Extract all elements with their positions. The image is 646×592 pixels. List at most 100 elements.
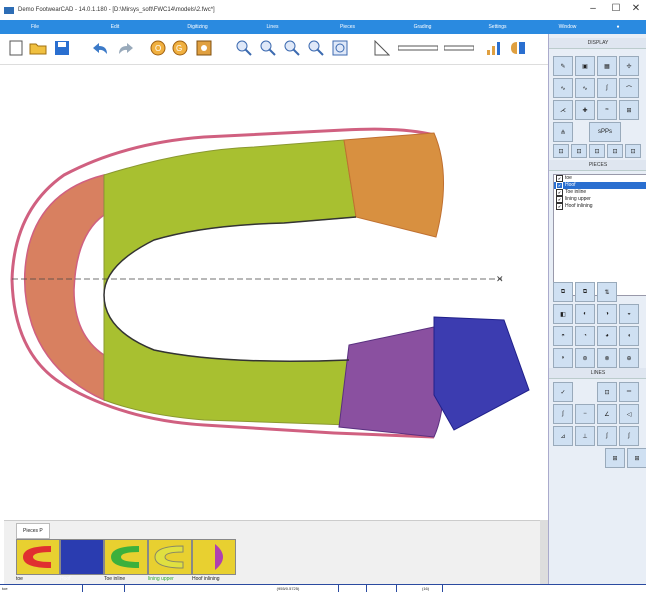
close-button[interactable]: ✕ [627,2,645,16]
ruler-icon[interactable] [444,38,474,58]
hoof-piece[interactable] [433,316,530,431]
menu-window[interactable]: Window [535,20,600,34]
display-wave2-icon[interactable]: ≈ [597,100,617,120]
pieces-shape7-icon[interactable]: ◕ [597,326,617,346]
pieces-shape8-icon[interactable]: ◖ [619,326,639,346]
display-s4-icon[interactable]: ⊡ [607,144,623,158]
thumbnail-hoof[interactable] [60,539,104,575]
triangle-ruler-icon[interactable] [372,38,392,58]
zoom-fit-icon[interactable] [306,38,326,58]
drawing-canvas[interactable]: ✕ [4,65,548,520]
display-spp-button[interactable]: sPPs [589,122,621,142]
minimize-button[interactable]: – [584,2,602,16]
pieces-shape4-icon[interactable]: ◒ [619,304,639,324]
lines-offset-icon[interactable]: ⊿ [553,426,573,446]
snap-icon[interactable] [194,38,214,58]
menu-digitizing[interactable]: Digitizing [160,20,235,34]
pieces-shape2-icon[interactable]: ◐ [575,304,595,324]
display-notch-icon[interactable]: ⋌ [553,100,573,120]
zoom-all-icon[interactable] [330,38,350,58]
menu-file[interactable]: File [0,20,70,34]
checkbox-icon[interactable]: ✔ [556,196,563,203]
heel-piece[interactable] [343,132,445,238]
bar-chart-icon[interactable] [484,38,504,58]
display-fork-icon[interactable]: ⋔ [553,122,573,142]
display-pencil-icon[interactable]: ✎ [553,56,573,76]
lines-check-icon[interactable]: ✓ [553,382,573,402]
pieces-shape6-icon[interactable]: ◔ [575,326,595,346]
lines-triangle-icon[interactable]: ◁ [619,404,639,424]
checkbox-icon[interactable]: ✔ [556,175,563,182]
checkbox-icon[interactable]: ✔ [556,182,563,189]
origin-icon[interactable]: O [148,38,168,58]
menu-help-icon[interactable]: ● [600,20,636,34]
lines-frame-icon[interactable]: ⊡ [597,382,617,402]
display-s2-icon[interactable]: ⊡ [571,144,587,158]
lines-angle-icon[interactable]: ∠ [597,404,617,424]
piece-item-toe-inline[interactable]: ✔ Toe inline [554,189,646,196]
display-plus-icon[interactable]: ✚ [575,100,595,120]
zoom-window-icon[interactable] [282,38,302,58]
display-curve-icon[interactable]: ∿ [553,78,573,98]
lines-minus-icon[interactable]: − [575,404,595,424]
piece-item-lining-upper[interactable]: ✔ lining upper [554,196,646,203]
menu-grading[interactable]: Grading [385,20,460,34]
display-arc-icon[interactable]: ⌒ [619,78,639,98]
lines-curve-icon[interactable]: ∫ [553,404,573,424]
display-image-icon[interactable]: ▣ [575,56,595,76]
undo-icon[interactable] [90,38,110,58]
thumbnail-toe-inline[interactable] [104,539,148,575]
piece-item-toe[interactable]: ✔ toe [554,175,646,182]
lines-equal-icon[interactable]: ═ [619,382,639,402]
grid-icon[interactable]: G [170,38,190,58]
hoof-inlining-piece[interactable] [338,326,445,438]
display-s1-icon[interactable]: ⊡ [553,144,569,158]
pieces-shape10-icon[interactable]: ⊛ [575,348,595,368]
piece-item-hoof-inlining[interactable]: ✔ Hoof inlining [554,203,646,210]
pieces-paste-icon[interactable]: ⧉ [575,282,595,302]
save-icon[interactable] [52,38,72,58]
menu-edit[interactable]: Edit [70,20,160,34]
pieces-view-icon[interactable] [508,38,528,58]
thumbnail-hoof-inlining[interactable] [192,539,236,575]
zoom-out-icon[interactable] [234,38,254,58]
lines-spline-icon[interactable]: ∫ [597,426,617,446]
display-grid-icon[interactable]: ▦ [597,56,617,76]
zoom-in-icon[interactable] [258,38,278,58]
tab-pieces[interactable]: Pieces P [16,523,50,539]
pieces-shape11-icon[interactable]: ⊗ [597,348,617,368]
maximize-button[interactable]: ☐ [607,2,625,16]
new-file-icon[interactable] [6,38,26,58]
lines-measure2-icon[interactable]: ⊞ [627,448,646,468]
pieces-list[interactable]: ✔ toe ✔ Hoof ✔ Toe inline ✔ lining upper ✔ Ho… [553,174,646,296]
display-wave-icon[interactable]: ∿ [575,78,595,98]
display-s5-icon[interactable]: ⊡ [625,144,641,158]
pieces-sort-icon[interactable]: ⇅ [597,282,617,302]
lining-upper-piece[interactable] [103,139,357,426]
thumbnail-toe[interactable] [16,539,60,575]
thumbnail-lining-upper[interactable] [148,539,192,575]
pieces-shape5-icon[interactable]: ◓ [553,326,573,346]
checkbox-icon[interactable]: ✔ [556,189,563,196]
display-s3-icon[interactable]: ⊡ [589,144,605,158]
display-table-icon[interactable]: ⊞ [619,100,639,120]
pieces-shape3-icon[interactable]: ◑ [597,304,617,324]
redo-icon[interactable] [116,38,136,58]
display-point-icon[interactable]: ✢ [619,56,639,76]
bottom-panel-scrollbar[interactable] [540,520,548,584]
menu-pieces[interactable]: Pieces [310,20,385,34]
lines-measure-icon[interactable]: ⊞ [605,448,625,468]
pieces-shape1-icon[interactable]: ◧ [553,304,573,324]
pieces-copy-icon[interactable]: ⧉ [553,282,573,302]
measure-ruler-icon[interactable] [398,38,438,58]
checkbox-icon[interactable]: ✔ [556,203,563,210]
pieces-shape12-icon[interactable]: ⊕ [619,348,639,368]
pieces-shape9-icon[interactable]: ◗ [553,348,573,368]
open-folder-icon[interactable] [28,38,48,58]
toe-piece[interactable] [23,174,105,402]
menu-lines[interactable]: Lines [235,20,310,34]
display-s-curve-icon[interactable]: ∫ [597,78,617,98]
piece-item-hoof[interactable]: ✔ Hoof [554,182,646,189]
menu-settings[interactable]: Settings [460,20,535,34]
lines-perp-icon[interactable]: ⊥ [575,426,595,446]
